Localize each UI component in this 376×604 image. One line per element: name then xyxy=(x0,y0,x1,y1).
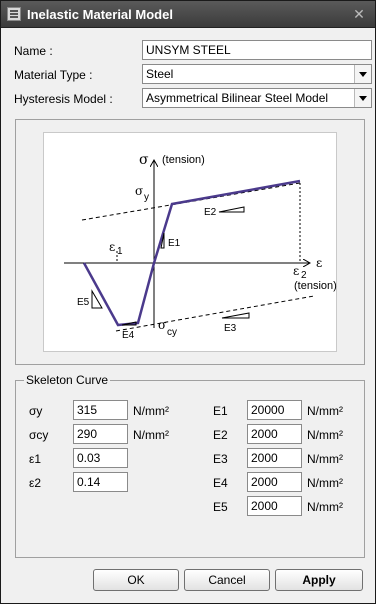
sigma-y-label: σ xyxy=(135,184,143,198)
e1-field-label: E1 xyxy=(213,404,228,418)
hysteresis-diagram-panel: σ (tension) σ y ε ε 1 ε 2 (tension) σ cy… xyxy=(15,119,365,365)
eps-tension-label: (tension) xyxy=(294,280,337,292)
close-icon[interactable]: ✕ xyxy=(351,6,367,22)
cancel-button[interactable]: Cancel xyxy=(184,569,270,591)
e3-unit: N/mm² xyxy=(307,452,343,466)
sigma-y-unit: N/mm² xyxy=(133,404,169,418)
e2-unit: N/mm² xyxy=(307,428,343,442)
ok-button[interactable]: OK xyxy=(93,569,179,591)
eps2-label: ε xyxy=(293,264,299,278)
e3-slope-marker xyxy=(221,312,250,319)
lower-asymptote xyxy=(115,295,315,332)
e4-label: E4 xyxy=(122,330,135,341)
eps-axis-label: ε xyxy=(316,256,322,270)
hysteresis-model-select[interactable]: Asymmetrical Bilinear Steel Model xyxy=(142,88,372,108)
material-type-label: Material Type : xyxy=(14,68,93,82)
sigma-tension-label: (tension) xyxy=(162,154,205,166)
material-type-select[interactable]: Steel xyxy=(142,64,372,84)
eps1-sub: 1 xyxy=(117,246,123,257)
e2-input[interactable]: 2000 xyxy=(247,424,302,444)
e4-input[interactable]: 2000 xyxy=(247,472,302,492)
eps2-field-label: ε2 xyxy=(29,476,42,490)
e2-slope-marker xyxy=(218,206,245,213)
eps1-label: ε xyxy=(109,240,115,254)
sigma-y-field-label: σy xyxy=(29,404,43,418)
sigma-cy-field-label: σcy xyxy=(29,428,49,442)
sigma-cy-unit: N/mm² xyxy=(133,428,169,442)
chevron-down-icon[interactable] xyxy=(354,89,371,107)
e5-input[interactable]: 2000 xyxy=(247,496,302,516)
eps1-input[interactable]: 0.03 xyxy=(73,448,128,468)
eps1-field-label: ε1 xyxy=(29,452,42,466)
e3-field-label: E3 xyxy=(213,452,228,466)
sigma-y-sub: y xyxy=(144,192,149,203)
e5-unit: N/mm² xyxy=(307,500,343,514)
name-input[interactable]: UNSYM STEEL xyxy=(142,40,372,60)
e3-input[interactable]: 2000 xyxy=(247,448,302,468)
e4-field-label: E4 xyxy=(213,476,228,490)
material-type-value: Steel xyxy=(146,67,174,81)
e1-input[interactable]: 20000 xyxy=(247,400,302,420)
title-bar[interactable]: Inelastic Material Model ✕ xyxy=(1,1,375,28)
chevron-down-icon[interactable] xyxy=(354,65,371,83)
hysteresis-model-value: Asymmetrical Bilinear Steel Model xyxy=(146,91,329,105)
eps2-input[interactable]: 0.14 xyxy=(73,472,128,492)
e5-field-label: E5 xyxy=(213,500,228,514)
e2-field-label: E2 xyxy=(213,428,228,442)
e2-label: E2 xyxy=(204,207,217,218)
window-title: Inelastic Material Model xyxy=(27,7,173,22)
sigma-label: σ xyxy=(139,152,149,168)
hysteresis-diagram: σ (tension) σ y ε ε 1 ε 2 (tension) σ cy… xyxy=(43,132,337,352)
name-label: Name : xyxy=(14,44,53,58)
e1-unit: N/mm² xyxy=(307,404,343,418)
e3-label: E3 xyxy=(224,323,237,334)
sigma-cy-input[interactable]: 290 xyxy=(73,424,128,444)
hysteresis-model-label: Hysteresis Model : xyxy=(14,92,113,106)
app-icon xyxy=(7,7,21,21)
apply-button[interactable]: Apply xyxy=(275,569,363,591)
skeleton-curve-group: Skeleton Curve σy 315 N/mm² σcy 290 N/mm… xyxy=(15,373,365,558)
stress-strain-diagram: σ (tension) σ y ε ε 1 ε 2 (tension) σ cy… xyxy=(64,152,337,341)
e5-label: E5 xyxy=(77,297,90,308)
inelastic-material-dialog: Inelastic Material Model ✕ Name : UNSYM … xyxy=(0,0,376,604)
e1-label: E1 xyxy=(168,238,181,249)
sigma-cy-sub: cy xyxy=(167,327,177,338)
sigma-y-input[interactable]: 315 xyxy=(73,400,128,420)
group-title: Skeleton Curve xyxy=(24,373,111,387)
sigma-cy-label: σ xyxy=(158,318,166,332)
e4-unit: N/mm² xyxy=(307,476,343,490)
